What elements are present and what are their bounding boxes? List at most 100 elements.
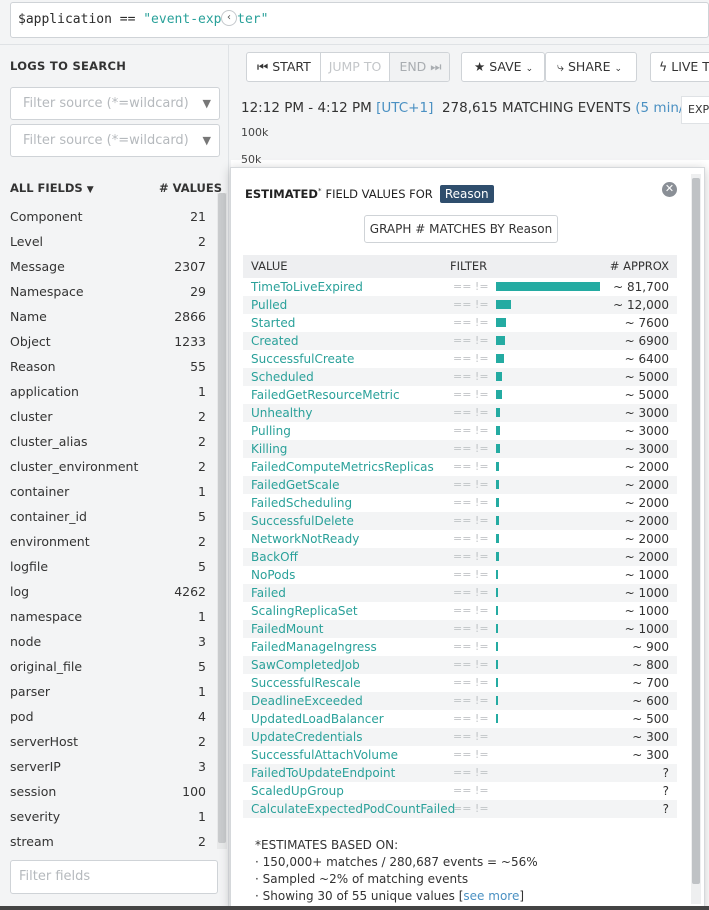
filter-eq-neq-buttons[interactable]: == != bbox=[453, 584, 489, 602]
field-row[interactable]: namespace 1 bbox=[10, 608, 206, 633]
jump-to-button[interactable]: JUMP TO bbox=[320, 53, 389, 81]
value-link[interactable]: Scheduled bbox=[251, 368, 314, 386]
field-row[interactable]: stream 2 bbox=[10, 833, 206, 858]
sidebar-scrollbar[interactable] bbox=[217, 193, 227, 849]
value-link[interactable]: Created bbox=[251, 332, 299, 350]
value-link[interactable]: SuccessfulCreate bbox=[251, 350, 354, 368]
end-button[interactable]: END ⏭ bbox=[389, 53, 449, 81]
filter-eq-neq-buttons[interactable]: == != bbox=[453, 764, 489, 782]
field-row[interactable]: parser 1 bbox=[10, 683, 206, 708]
scrollbar-thumb[interactable] bbox=[692, 178, 700, 884]
filter-eq-neq-buttons[interactable]: == != bbox=[453, 674, 489, 692]
close-icon[interactable]: ✕ bbox=[662, 182, 677, 197]
all-fields-toggle[interactable]: ALL FIELDS ▼ bbox=[10, 181, 94, 195]
field-row[interactable]: Component 21 bbox=[10, 208, 206, 233]
filter-eq-neq-buttons[interactable]: == != bbox=[453, 602, 489, 620]
value-link[interactable]: SuccessfulAttachVolume bbox=[251, 746, 398, 764]
filter-eq-neq-buttons[interactable]: == != bbox=[453, 458, 489, 476]
filter-eq-neq-buttons[interactable]: == != bbox=[453, 566, 489, 584]
filter-eq-neq-buttons[interactable]: == != bbox=[453, 656, 489, 674]
field-row[interactable]: serverHost 2 bbox=[10, 733, 206, 758]
query-input[interactable]: $application == "event-exporter" bbox=[10, 2, 709, 38]
value-link[interactable]: Pulling bbox=[251, 422, 291, 440]
field-row[interactable]: Namespace 29 bbox=[10, 283, 206, 308]
graph-matches-button[interactable]: GRAPH # MATCHES BY Reason bbox=[364, 215, 558, 243]
see-more-link[interactable]: see more bbox=[463, 889, 519, 903]
field-row[interactable]: container 1 bbox=[10, 483, 206, 508]
filter-eq-neq-buttons[interactable]: == != bbox=[453, 530, 489, 548]
value-link[interactable]: ScalingReplicaSet bbox=[251, 602, 358, 620]
field-row[interactable]: node 3 bbox=[10, 633, 206, 658]
start-button[interactable]: ⏮ START bbox=[247, 53, 320, 81]
value-link[interactable]: NoPods bbox=[251, 566, 295, 584]
filter-eq-neq-buttons[interactable]: == != bbox=[453, 368, 489, 386]
value-link[interactable]: UpdateCredentials bbox=[251, 728, 362, 746]
source-filter-select-1[interactable]: Filter source (*=wildcard) ▼ bbox=[10, 87, 220, 120]
field-row[interactable]: Message 2307 bbox=[10, 258, 206, 283]
popover-scrollbar[interactable] bbox=[691, 174, 701, 904]
value-link[interactable]: SawCompletedJob bbox=[251, 656, 360, 674]
filter-eq-neq-buttons[interactable]: == != bbox=[453, 512, 489, 530]
value-link[interactable]: FailedMount bbox=[251, 620, 323, 638]
filter-eq-neq-buttons[interactable]: == != bbox=[453, 746, 489, 764]
source-filter-select-2[interactable]: Filter source (*=wildcard) ▼ bbox=[10, 124, 220, 157]
live-tail-button[interactable]: ϟ LIVE T bbox=[650, 52, 709, 82]
share-button[interactable]: ⤷ SHARE ⌄ bbox=[545, 52, 637, 82]
field-row[interactable]: session 100 bbox=[10, 783, 206, 808]
filter-fields-input[interactable]: Filter fields bbox=[10, 860, 218, 894]
value-link[interactable]: FailedGetResourceMetric bbox=[251, 386, 400, 404]
collapse-sidebar-button[interactable]: ‹ bbox=[221, 10, 237, 26]
save-button[interactable]: ★ SAVE ⌄ bbox=[461, 52, 545, 82]
value-link[interactable]: FailedScheduling bbox=[251, 494, 352, 512]
filter-eq-neq-buttons[interactable]: == != bbox=[453, 638, 489, 656]
field-row[interactable]: Reason 55 bbox=[10, 358, 206, 383]
field-row[interactable]: serverIP 3 bbox=[10, 758, 206, 783]
export-button[interactable]: EXP bbox=[681, 96, 709, 124]
field-row[interactable]: application 1 bbox=[10, 383, 206, 408]
filter-eq-neq-buttons[interactable]: == != bbox=[453, 278, 489, 296]
value-link[interactable]: BackOff bbox=[251, 548, 298, 566]
field-row[interactable]: pod 4 bbox=[10, 708, 206, 733]
filter-eq-neq-buttons[interactable]: == != bbox=[453, 548, 489, 566]
value-link[interactable]: SuccessfulDelete bbox=[251, 512, 354, 530]
value-link[interactable]: FailedComputeMetricsReplicas bbox=[251, 458, 434, 476]
filter-eq-neq-buttons[interactable]: == != bbox=[453, 782, 489, 800]
filter-eq-neq-buttons[interactable]: == != bbox=[453, 494, 489, 512]
filter-eq-neq-buttons[interactable]: == != bbox=[453, 440, 489, 458]
value-link[interactable]: Killing bbox=[251, 440, 287, 458]
field-row[interactable]: cluster_environment 2 bbox=[10, 458, 206, 483]
scrollbar-thumb[interactable] bbox=[218, 193, 226, 843]
field-row[interactable]: Name 2866 bbox=[10, 308, 206, 333]
filter-eq-neq-buttons[interactable]: == != bbox=[453, 728, 489, 746]
value-link[interactable]: UpdatedLoadBalancer bbox=[251, 710, 384, 728]
filter-eq-neq-buttons[interactable]: == != bbox=[453, 332, 489, 350]
filter-eq-neq-buttons[interactable]: == != bbox=[453, 476, 489, 494]
value-link[interactable]: Failed bbox=[251, 584, 286, 602]
value-link[interactable]: SuccessfulRescale bbox=[251, 674, 361, 692]
value-link[interactable]: CalculateExpectedPodCountFailed bbox=[251, 800, 455, 818]
timezone-label[interactable]: [UTC+1] bbox=[376, 100, 433, 116]
field-row[interactable]: environment 2 bbox=[10, 533, 206, 558]
field-row[interactable]: cluster_alias 2 bbox=[10, 433, 206, 458]
filter-eq-neq-buttons[interactable]: == != bbox=[453, 314, 489, 332]
value-link[interactable]: Started bbox=[251, 314, 295, 332]
value-link[interactable]: NetworkNotReady bbox=[251, 530, 359, 548]
filter-eq-neq-buttons[interactable]: == != bbox=[453, 404, 489, 422]
value-link[interactable]: ScaledUpGroup bbox=[251, 782, 344, 800]
filter-eq-neq-buttons[interactable]: == != bbox=[453, 710, 489, 728]
field-row[interactable]: original_file 5 bbox=[10, 658, 206, 683]
field-row[interactable]: logfile 5 bbox=[10, 558, 206, 583]
filter-eq-neq-buttons[interactable]: == != bbox=[453, 620, 489, 638]
filter-eq-neq-buttons[interactable]: == != bbox=[453, 800, 489, 818]
field-row[interactable]: cluster 2 bbox=[10, 408, 206, 433]
value-link[interactable]: TimeToLiveExpired bbox=[251, 278, 363, 296]
value-link[interactable]: Pulled bbox=[251, 296, 287, 314]
value-link[interactable]: DeadlineExceeded bbox=[251, 692, 363, 710]
field-row[interactable]: Object 1233 bbox=[10, 333, 206, 358]
field-row[interactable]: Level 2 bbox=[10, 233, 206, 258]
value-link[interactable]: FailedToUpdateEndpoint bbox=[251, 764, 395, 782]
filter-eq-neq-buttons[interactable]: == != bbox=[453, 422, 489, 440]
value-link[interactable]: FailedManageIngress bbox=[251, 638, 377, 656]
field-row[interactable]: severity 1 bbox=[10, 808, 206, 833]
value-link[interactable]: Unhealthy bbox=[251, 404, 312, 422]
